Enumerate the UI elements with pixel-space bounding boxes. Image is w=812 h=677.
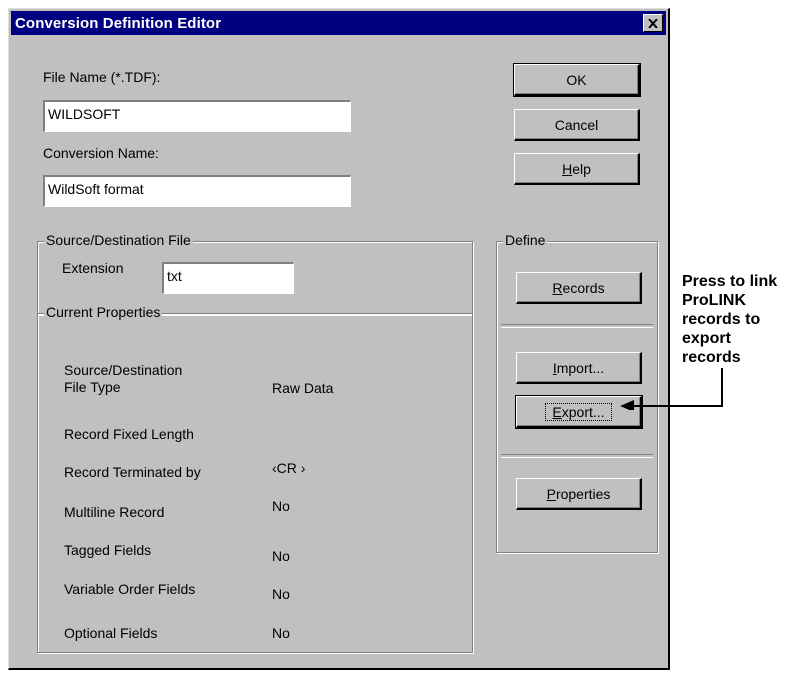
define-separator-2: [501, 454, 653, 458]
source-destination-title: Source/Destination File: [44, 232, 193, 248]
property-value-multiline: No: [272, 498, 290, 514]
close-button[interactable]: [643, 14, 663, 32]
help-label: Help: [562, 160, 591, 177]
cancel-label: Cancel: [554, 116, 599, 133]
define-separator-1: [501, 324, 653, 328]
extension-field[interactable]: txt: [162, 262, 294, 294]
ok-label: OK: [566, 71, 587, 88]
properties-button[interactable]: Properties: [516, 478, 642, 510]
current-properties-title: Current Properties: [44, 304, 163, 320]
property-value-terminated-by: ‹CR ›: [272, 460, 306, 476]
property-label-multiline: Multiline Record: [64, 504, 165, 520]
property-label-file-type: Source/Destination File Type: [64, 362, 182, 396]
arrow-left-icon: [620, 368, 723, 410]
help-button[interactable]: Help: [514, 153, 640, 185]
property-value-variable-order: No: [272, 586, 290, 602]
conversion-definition-dialog: Conversion Definition Editor File Name (…: [8, 8, 670, 670]
conversion-name-field[interactable]: WildSoft format: [43, 175, 351, 207]
import-label: Import...: [552, 359, 605, 376]
file-name-field[interactable]: WILDSOFT: [43, 100, 351, 132]
current-properties-group: Current Properties Source/Destination Fi…: [37, 304, 473, 653]
property-label-file-type-line1: Source/Destination: [64, 362, 183, 378]
define-title: Define: [503, 232, 548, 248]
ok-button[interactable]: OK: [513, 63, 641, 97]
annotation-callout: Press to link ProLINK records to export …: [682, 272, 777, 367]
annotation-line-4: export: [682, 330, 731, 347]
file-name-label: File Name (*.TDF):: [43, 69, 161, 85]
records-button[interactable]: Records: [516, 272, 642, 304]
cancel-button[interactable]: Cancel: [514, 109, 640, 141]
conversion-name-label: Conversion Name:: [43, 145, 159, 161]
title-bar[interactable]: Conversion Definition Editor: [11, 11, 666, 35]
close-icon: [648, 18, 658, 28]
property-label-optional: Optional Fields: [64, 625, 158, 641]
property-value-file-type: Raw Data: [272, 380, 334, 396]
property-value-tagged: No: [272, 548, 290, 564]
property-label-tagged: Tagged Fields: [64, 542, 152, 558]
property-label-fixed-length: Record Fixed Length: [64, 426, 194, 442]
annotation-line-1: Press to link: [682, 273, 778, 290]
properties-label: Properties: [546, 485, 611, 502]
property-value-optional: No: [272, 625, 290, 641]
property-label-file-type-line2: File Type: [64, 379, 121, 395]
annotation-line-2: ProLINK: [682, 292, 746, 309]
property-label-variable-order: Variable Order Fields: [64, 581, 196, 597]
property-label-terminated-by: Record Terminated by: [64, 464, 201, 480]
annotation-line-3: records to: [682, 311, 761, 328]
records-label: Records: [552, 279, 605, 296]
window-title: Conversion Definition Editor: [15, 15, 222, 32]
extension-label: Extension: [62, 260, 124, 276]
export-label: Export...: [545, 402, 612, 421]
